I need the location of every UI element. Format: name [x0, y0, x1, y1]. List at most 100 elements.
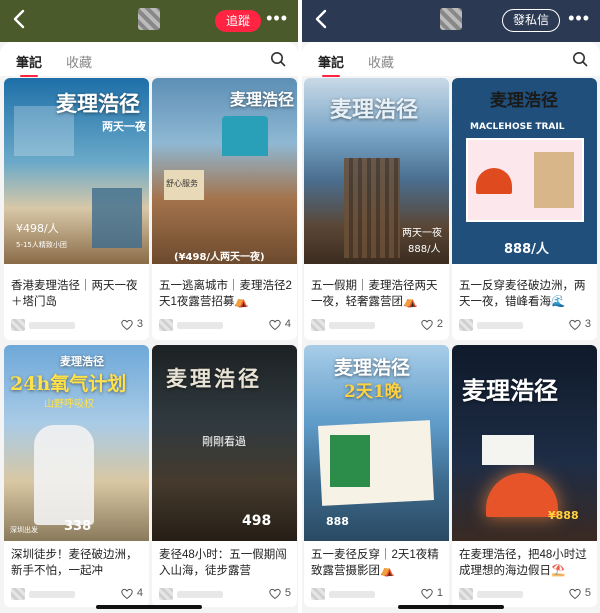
note-caption: 麦径48小时：五一假期闯入山海，徒步露营 [159, 549, 287, 577]
poster-title: 麦理浩径 [330, 97, 419, 123]
tab-notes[interactable]: 筆記 [16, 52, 42, 77]
note-caption: 五一假期｜麦理浩径两天一夜，轻奢露营团⛺ [311, 280, 438, 308]
avatar[interactable] [138, 8, 160, 30]
note-cover-image: 麦理浩径 24h氧气计划 山野呼吸权 深圳出发 338 [4, 345, 149, 541]
poster-subtitle: 山野呼吸权 [44, 399, 94, 410]
poster-title: 麦理浩径 [60, 355, 104, 368]
poster-price: 888/人 [504, 242, 549, 257]
author-avatar [11, 319, 25, 331]
author-avatar [459, 588, 473, 600]
author-name [29, 322, 75, 329]
author-avatar [311, 588, 325, 600]
note-card[interactable]: 麦理浩径 两天一夜 888/人 五一假期｜麦理浩径两天一夜，轻奢露营团⛺ 2 [304, 78, 449, 340]
like-count: 5 [584, 587, 591, 599]
author-avatar [311, 319, 325, 331]
note-meta: 1 [311, 587, 445, 601]
note-cover-image: 麦理浩径 MACLEHOSE TRAIL 888/人 [452, 78, 597, 264]
note-card[interactable]: 麦理浩径 两天一夜 ¥498/人 5-15人精致小团 香港麦理浩径｜两天一夜＋塔… [4, 78, 149, 340]
profile-header: 發私信 ••• [302, 0, 600, 42]
tab-collections[interactable]: 收藏 [368, 52, 394, 71]
note-card[interactable]: 麦理浩径 24h氧气计划 山野呼吸权 深圳出发 338 深圳徒步！麦径破边洲，新… [4, 345, 149, 607]
search-icon[interactable] [270, 51, 286, 67]
poster-title: 麦理浩径 [56, 91, 140, 116]
note-cover-image: 麦理浩径 舒心服务 (¥498/人两天一夜) [152, 78, 297, 264]
author-name [477, 591, 523, 598]
right-profile-screen: 發私信 ••• 筆記 收藏 麦理浩径 两天一夜 888/人 五一假期｜麦理浩径两… [302, 0, 600, 613]
note-meta: 3 [459, 318, 593, 332]
follow-button[interactable]: 追蹤 [215, 10, 261, 32]
note-caption: 五一逃离城市｜麦理浩径2天1夜露营招募⛺ [159, 280, 292, 308]
note-cover-image: 麦理浩径 剛剛看過 498 [152, 345, 297, 541]
poster-headline: 2天1晚 [344, 382, 402, 402]
note-card[interactable]: 麦理浩径 ¥888 在麦理浩径，把48小时过成理想的海边假日⛱️ 5 [452, 345, 597, 607]
heart-icon[interactable] [569, 588, 581, 600]
left-profile-screen: 追蹤 ••• 筆記 收藏 麦理浩径 两天一夜 ¥498/人 5-15人精致小团 … [0, 0, 298, 613]
note-caption: 五一反穿麦径破边洲，两天一夜，错峰看海🌊 [459, 280, 586, 308]
more-icon[interactable]: ••• [266, 8, 288, 28]
note-card[interactable]: 麦理浩径 剛剛看過 498 麦径48小时：五一假期闯入山海，徒步露营 5 [152, 345, 297, 607]
poster-title: 麦理浩径 [462, 376, 558, 405]
author-avatar [11, 588, 25, 600]
heart-icon[interactable] [269, 588, 281, 600]
search-icon[interactable] [572, 51, 588, 67]
note-caption: 深圳徒步！麦径破边洲，新手不怕，一起冲 [11, 549, 138, 577]
home-indicator [398, 605, 504, 609]
tab-notes[interactable]: 筆記 [318, 52, 344, 77]
home-indicator [96, 605, 202, 609]
poster-headline: 24h氧气计划 [10, 373, 127, 395]
poster-note: 舒心服务 [166, 179, 198, 188]
heart-icon[interactable] [121, 588, 133, 600]
note-meta: 2 [311, 318, 445, 332]
poster-subtitle: MACLEHOSE TRAIL [470, 122, 565, 132]
like-count: 4 [284, 318, 291, 330]
profile-tabs: 筆記 收藏 [302, 42, 600, 77]
poster-price: 888/人 [408, 244, 441, 255]
heart-icon[interactable] [569, 319, 581, 331]
author-name [329, 322, 375, 329]
like-count: 2 [436, 318, 443, 330]
poster-title: 麦理浩径 [230, 90, 295, 109]
like-count: 3 [136, 318, 143, 330]
note-card[interactable]: 麦理浩径 2天1晚 888 五一麦径反穿｜2天1夜精致露营摄影团⛺ 1 [304, 345, 449, 607]
poster-title: 麦理浩径 [334, 357, 411, 379]
heart-icon[interactable] [269, 319, 281, 331]
poster-price: 338 [64, 519, 92, 534]
author-name [29, 591, 75, 598]
back-icon[interactable] [310, 7, 334, 31]
poster-note: 深圳出发 [10, 526, 38, 534]
author-name [477, 322, 523, 329]
like-count: 5 [284, 587, 291, 599]
note-card[interactable]: 麦理浩径 舒心服务 (¥498/人两天一夜) 五一逃离城市｜麦理浩径2天1夜露营… [152, 78, 297, 340]
note-cover-image: 麦理浩径 两天一夜 888/人 [304, 78, 449, 264]
poster-price: (¥498/人两天一夜) [174, 252, 265, 263]
tab-collections[interactable]: 收藏 [66, 52, 92, 71]
note-meta: 3 [11, 318, 145, 332]
heart-icon[interactable] [421, 319, 433, 331]
poster-price: 498 [242, 513, 272, 529]
back-icon[interactable] [8, 7, 32, 31]
note-caption: 五一麦径反穿｜2天1夜精致露营摄影团⛺ [311, 549, 439, 577]
poster-title: 麦理浩径 [490, 91, 558, 111]
author-avatar [159, 588, 173, 600]
note-cover-image: 麦理浩径 ¥888 [452, 345, 597, 541]
note-caption: 香港麦理浩径｜两天一夜＋塔门岛 [11, 280, 138, 308]
note-meta: 5 [459, 587, 593, 601]
avatar[interactable] [440, 8, 462, 30]
profile-header: 追蹤 ••• [0, 0, 298, 42]
poster-price: ¥888 [548, 509, 579, 522]
note-cover-image: 麦理浩径 两天一夜 ¥498/人 5-15人精致小团 [4, 78, 149, 264]
note-card[interactable]: 麦理浩径 MACLEHOSE TRAIL 888/人 五一反穿麦径破边洲，两天一… [452, 78, 597, 340]
heart-icon[interactable] [421, 588, 433, 600]
poster-subtitle: 两天一夜 [402, 228, 442, 239]
profile-tabs: 筆記 收藏 [0, 42, 298, 77]
heart-icon[interactable] [121, 319, 133, 331]
poster-note: 5-15人精致小团 [16, 241, 67, 249]
author-name [177, 322, 223, 329]
poster-title: 麦理浩径 [166, 366, 262, 391]
more-icon[interactable]: ••• [568, 8, 590, 28]
author-name [329, 591, 375, 598]
message-button[interactable]: 發私信 [502, 9, 560, 32]
author-avatar [459, 319, 473, 331]
like-count: 4 [136, 587, 143, 599]
note-cover-image: 麦理浩径 2天1晚 888 [304, 345, 449, 541]
